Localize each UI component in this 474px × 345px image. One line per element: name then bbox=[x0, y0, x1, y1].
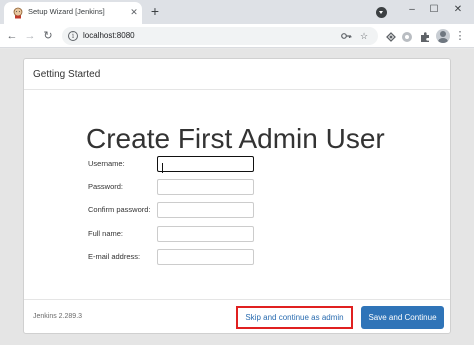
extension-grey-icon[interactable] bbox=[400, 30, 414, 44]
url-text[interactable]: localhost:8080 bbox=[83, 31, 135, 40]
extension-icon[interactable] bbox=[384, 30, 398, 44]
browser-tab[interactable]: Setup Wizard [Jenkins] ✕ bbox=[4, 2, 142, 24]
username-label: Username: bbox=[88, 159, 125, 168]
forward-icon[interactable]: → bbox=[22, 28, 38, 44]
site-info-icon[interactable]: i bbox=[68, 31, 78, 41]
browser-toolbar: ← → ↻ i localhost:8080 ☆ ⋮ bbox=[0, 24, 474, 48]
menu-icon[interactable]: ⋮ bbox=[454, 29, 466, 43]
email-label: E-mail address: bbox=[88, 252, 141, 261]
tab-title: Setup Wizard [Jenkins] bbox=[28, 7, 105, 16]
minimize-icon[interactable]: – bbox=[402, 2, 422, 18]
skip-and-continue-as-admin-button[interactable]: Skip and continue as admin bbox=[236, 306, 353, 329]
tab-strip: Setup Wizard [Jenkins] ✕ + – ☐ ✕ bbox=[0, 0, 474, 24]
profile-avatar[interactable] bbox=[436, 29, 450, 43]
save-and-continue-button[interactable]: Save and Continue bbox=[361, 306, 444, 329]
address-bar[interactable]: i localhost:8080 ☆ bbox=[62, 27, 378, 45]
text-caret bbox=[162, 163, 163, 173]
dialog-header: Getting Started bbox=[24, 59, 450, 90]
page-content: Getting Started Create First Admin User … bbox=[0, 49, 474, 345]
jenkins-version: Jenkins 2.289.3 bbox=[33, 313, 83, 320]
full-name-field[interactable] bbox=[157, 226, 254, 242]
dialog-footer: Jenkins 2.289.3 Skip and continue as adm… bbox=[24, 299, 450, 334]
close-window-icon[interactable]: ✕ bbox=[448, 2, 468, 18]
dialog-title: Getting Started bbox=[33, 69, 101, 80]
new-tab-button[interactable]: + bbox=[147, 3, 163, 19]
password-label: Password: bbox=[88, 182, 124, 191]
email-field[interactable] bbox=[157, 249, 254, 265]
username-field[interactable] bbox=[157, 156, 254, 172]
full-name-label: Full name: bbox=[88, 229, 124, 238]
confirm-password-label: Confirm password: bbox=[88, 205, 151, 214]
password-field[interactable] bbox=[157, 179, 254, 195]
puzzle-icon[interactable] bbox=[418, 30, 432, 44]
star-icon[interactable]: ☆ bbox=[358, 30, 370, 42]
confirm-password-field[interactable] bbox=[157, 202, 254, 218]
jenkins-favicon-icon bbox=[13, 7, 23, 19]
key-icon[interactable] bbox=[340, 30, 352, 42]
page-heading: Create First Admin User bbox=[86, 123, 385, 154]
reload-icon[interactable]: ↻ bbox=[40, 28, 56, 44]
tab-close-icon[interactable]: ✕ bbox=[128, 5, 140, 19]
back-icon[interactable]: ← bbox=[4, 28, 20, 44]
tab-search-icon[interactable] bbox=[376, 7, 387, 18]
setup-wizard-dialog: Getting Started Create First Admin User … bbox=[23, 58, 451, 334]
maximize-icon[interactable]: ☐ bbox=[424, 2, 444, 18]
